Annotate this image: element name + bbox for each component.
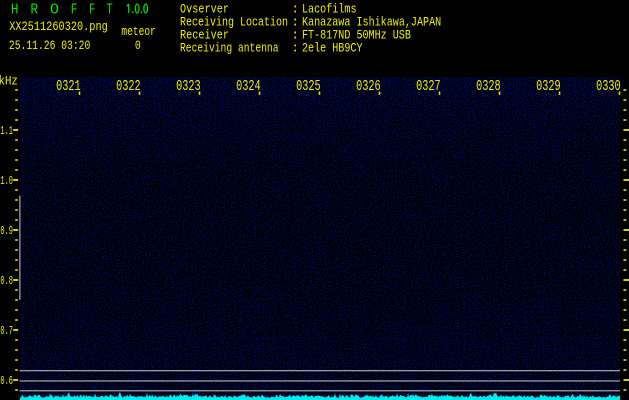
svg-text:0322: 0322	[116, 78, 141, 95]
svg-text:XX2511260320.png: XX2511260320.png	[9, 19, 108, 34]
svg-text:0327: 0327	[416, 78, 441, 95]
svg-text:T: T	[106, 1, 112, 18]
svg-text:0.6: 0.6	[0, 374, 13, 388]
svg-text:1.0: 1.0	[0, 174, 13, 188]
svg-text:0.7: 0.7	[0, 324, 13, 338]
svg-text:0330: 0330	[596, 78, 621, 95]
svg-text:O: O	[50, 1, 59, 18]
svg-text:25.11.26 03:20: 25.11.26 03:20	[9, 38, 90, 53]
svg-text:1.1: 1.1	[0, 124, 13, 138]
svg-text:H: H	[11, 1, 19, 18]
svg-text:0.8: 0.8	[0, 274, 13, 288]
svg-text:0321: 0321	[56, 78, 81, 95]
svg-text:2ele HB9CY: 2ele HB9CY	[302, 40, 363, 55]
svg-text:0325: 0325	[296, 78, 321, 95]
svg-text:Receiving antenna: Receiving antenna	[180, 40, 279, 55]
svg-text:0: 0	[135, 38, 141, 53]
svg-text:0329: 0329	[536, 78, 561, 95]
svg-text:0326: 0326	[356, 78, 381, 95]
svg-text:kHz: kHz	[0, 74, 18, 89]
svg-text:meteor: meteor	[121, 24, 155, 39]
svg-text:0.9: 0.9	[0, 224, 13, 238]
svg-text:F: F	[89, 1, 95, 18]
svg-text:F: F	[71, 1, 78, 18]
svg-text:0323: 0323	[176, 78, 201, 95]
svg-text:0324: 0324	[236, 78, 261, 95]
svg-text::: :	[291, 40, 299, 55]
svg-text:R: R	[30, 1, 38, 18]
svg-text:0328: 0328	[476, 78, 501, 95]
